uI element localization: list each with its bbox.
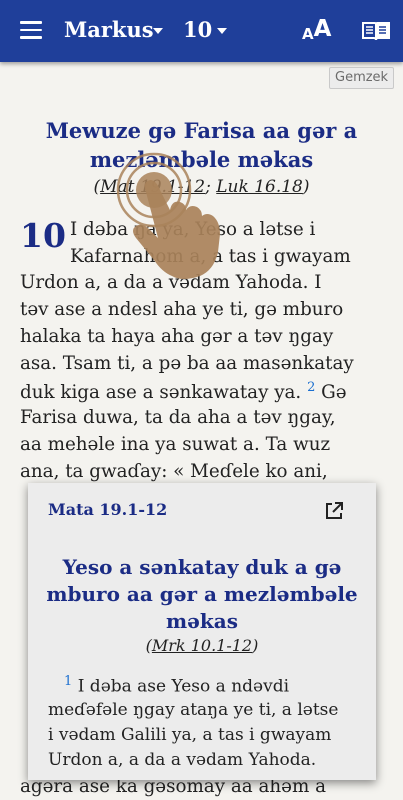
refs-close: ) [302, 177, 310, 197]
popup-verse-text: I dəba ase Yeso a ndəvdi [77, 676, 290, 697]
verse-text-line: asa. Tsam ti, a pə ba aa masənkatay [20, 353, 354, 374]
popup-parallel-references: (Mrk 10.1-12) [28, 636, 376, 655]
cross-reference-popup: Mata 19.1-12 Yeso a sənkatay duk a gə mb… [28, 483, 376, 780]
open-external-icon[interactable] [324, 501, 344, 521]
book-open-icon[interactable] [362, 20, 390, 42]
popup-section-title: Yeso a sənkatay duk a gə mburo aa gər a … [28, 554, 376, 635]
popup-title-line2: mburo aa gər a mezləmbəle [46, 582, 358, 606]
popup-refs-close: ) [252, 636, 259, 655]
verse-text: duk kiga ase a sənkawatay ya. [20, 382, 302, 404]
popup-ref-link-mrk[interactable]: Mrk 10.1-12 [152, 636, 252, 655]
book-dropdown-icon[interactable] [153, 28, 163, 34]
app-bar: Markus 10 AA [0, 0, 403, 62]
verse-text-line: ana, ta gwaɗay: « Meɗele ko ani, [20, 461, 328, 482]
popup-verse-number: 1 [64, 674, 73, 689]
verse-text: Gə [321, 382, 347, 404]
book-selector[interactable]: Markus [64, 17, 154, 42]
popup-title-line1: Yeso a sənkatay duk a gə [62, 555, 342, 579]
verse-number: 2 [307, 380, 316, 395]
chapter-dropdown-icon[interactable] [217, 28, 227, 34]
verse-text-line: halaka ta haya aha gər a təv ŋgay [20, 326, 334, 347]
popup-title-line3: məkas [166, 609, 238, 633]
popup-verse-line: Urdon a, a da a vədam Yahoda. [48, 750, 317, 770]
verse-text-line: təv ase a ndesl aha ye ti, gə mburo [20, 299, 344, 320]
verse-text-line: aa mehəle ina ya suwat a. Ta wuz [20, 434, 331, 455]
popup-verse-line: 1 I dəba ase Yeso a ndəvdi [48, 674, 289, 697]
tap-gesture-hand-icon [116, 152, 220, 279]
popup-verse-line: meɗəfəle ŋgay ataŋa ye ti, a lətse [48, 700, 339, 720]
gemzek-button[interactable]: Gemzek [329, 67, 395, 89]
verse-text-line: duk kiga ase a sənkawatay ya. 2 Gə [20, 380, 347, 403]
font-size-icon[interactable]: AA [302, 16, 331, 43]
popup-reference: Mata 19.1-12 [48, 500, 168, 519]
chapter-selector[interactable]: 10 [183, 17, 212, 42]
verse-text-line: Farisa duwa, ta da aha a təv ŋgay, [20, 407, 336, 428]
chapter-number: 10 [20, 216, 66, 255]
menu-icon[interactable] [20, 21, 42, 39]
section-title-line1: Mewuze gə Farisa aa gər a [45, 118, 358, 143]
popup-verse-line: i vədam Galili ya, a tas i gwayam [48, 725, 332, 745]
